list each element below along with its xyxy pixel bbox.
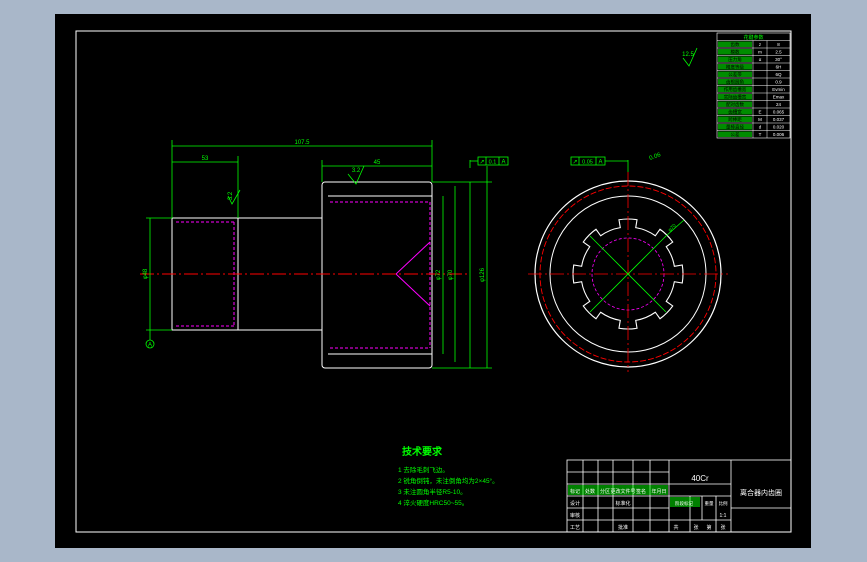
dim-overall-length: 107.5 [294, 140, 310, 146]
tech-req-item: 3 未注圆角半径R5-10。 [398, 487, 467, 496]
tech-req-item: 2 锐角倒钝，未注倒角均为2×45°。 [398, 476, 499, 485]
dim-inner-diameter: φ72 [436, 269, 442, 280]
svg-text:A: A [598, 160, 602, 166]
svg-text:第: 第 [706, 524, 711, 531]
svg-text:3.2: 3.2 [228, 191, 234, 200]
datum-label: A [148, 343, 152, 349]
param-cell: 量棒直径 [726, 124, 744, 131]
param-cell: 2.5 [775, 50, 782, 55]
svg-text:工艺: 工艺 [570, 525, 580, 531]
svg-text:↗: ↗ [572, 160, 577, 166]
dim-outer-diameter: φ126 [480, 267, 486, 282]
tech-req-title: 技术要求 [402, 445, 443, 458]
param-table-header: 花键参数 [743, 34, 763, 41]
tech-req-item: 1 去除毛刺飞边。 [398, 465, 449, 474]
svg-text:A: A [501, 160, 505, 166]
param-cell: 6Q [775, 72, 782, 77]
tech-req-item: 4 淬火硬度HRC50~55。 [398, 498, 468, 507]
cad-viewport[interactable]: A 107.5 53 45 φ48 φ72 φ70 φ126 3.2 3.2 1… [0, 0, 867, 562]
param-cell: 公差 [731, 131, 740, 137]
param-cell: 压力角 [728, 56, 742, 63]
param-cell: α [759, 57, 762, 62]
svg-text:张: 张 [693, 524, 698, 531]
dim-left-diameter: φ48 [143, 268, 149, 279]
svg-text:更改文件号: 更改文件号 [610, 488, 635, 495]
svg-text:处数: 处数 [585, 488, 595, 495]
param-cell: 0.065 [773, 110, 785, 115]
svg-text:设计: 设计 [570, 500, 580, 507]
dim-right-length: 45 [374, 160, 381, 166]
param-cell: M [758, 117, 762, 122]
svg-text:阶段标记: 阶段标记 [675, 500, 693, 507]
param-cell: 24 [776, 102, 782, 107]
param-cell: 6H [776, 65, 782, 70]
svg-text:年月日: 年月日 [651, 488, 666, 495]
material-label: 40Cr [691, 474, 709, 483]
dim-left-length: 53 [202, 156, 209, 162]
param-cell: 作用齿槽宽 [724, 86, 747, 93]
svg-text:张: 张 [720, 524, 725, 531]
param-cell: 0.037 [773, 117, 785, 122]
param-cell: E [758, 110, 761, 115]
svg-text:标记: 标记 [570, 488, 580, 495]
param-cell: T [759, 132, 762, 137]
svg-text:12.5: 12.5 [682, 52, 694, 58]
svg-text:共: 共 [673, 524, 678, 531]
param-cell: 模数 [731, 49, 740, 56]
param-cell: 跨棒距 [728, 116, 742, 123]
param-cell: 公差带 [728, 71, 742, 78]
svg-text:审核: 审核 [570, 512, 580, 519]
param-cell: m [758, 50, 762, 55]
svg-text:标准化: 标准化 [615, 500, 630, 507]
param-cell: 0.9 [775, 80, 782, 85]
svg-text:0.05: 0.05 [582, 160, 593, 166]
param-cell: Emax [773, 95, 785, 100]
param-cell: 实际齿槽宽 [724, 94, 747, 101]
param-cell: 齿数 [731, 41, 740, 48]
svg-text:↗: ↗ [479, 160, 484, 166]
svg-text:0.1: 0.1 [489, 160, 497, 166]
param-cell: 配对齿数 [726, 101, 744, 108]
param-cell: 精度等级 [726, 64, 744, 71]
param-cell: Evmin [772, 87, 785, 92]
svg-text:比例: 比例 [719, 500, 728, 507]
svg-text:分区: 分区 [600, 488, 610, 495]
param-cell: 齿根圆角 [726, 79, 744, 86]
dim-spline-diameter: φ70 [448, 269, 454, 280]
param-cell: 0.006 [773, 132, 785, 137]
svg-text:签名: 签名 [636, 488, 646, 495]
svg-text:批准: 批准 [618, 524, 628, 531]
svg-text:3.2: 3.2 [352, 168, 361, 174]
param-cell: 齿槽宽 [728, 109, 742, 116]
svg-text:1:1: 1:1 [720, 513, 727, 519]
svg-text:重量: 重量 [705, 500, 714, 507]
param-cell: 0.020 [773, 125, 785, 130]
part-name-label: 离合器内齿圈 [740, 488, 782, 497]
param-cell: 30° [775, 57, 782, 62]
